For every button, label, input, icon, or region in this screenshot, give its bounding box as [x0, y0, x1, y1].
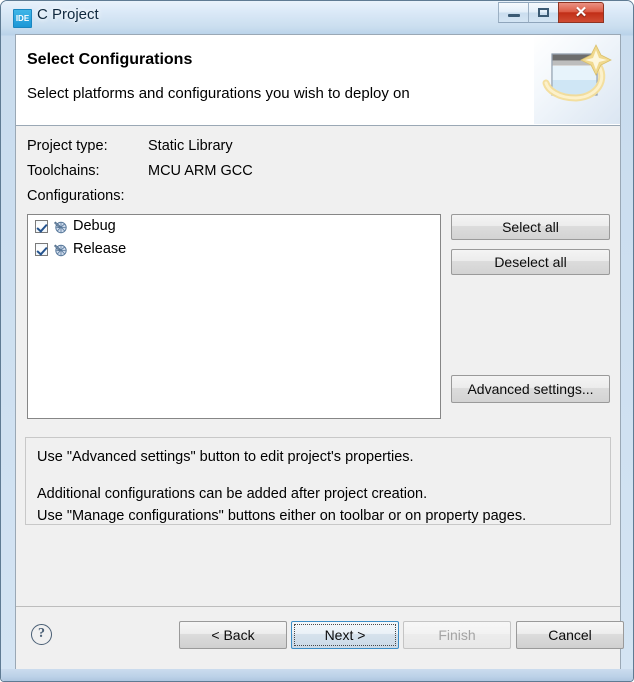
help-icon[interactable]: ? [31, 624, 52, 645]
page-subtitle: Select platforms and configurations you … [27, 85, 410, 102]
next-button[interactable]: Next > [291, 621, 399, 649]
advanced-settings-button[interactable]: Advanced settings... [451, 375, 610, 403]
checkbox-release[interactable] [35, 243, 48, 256]
select-all-button[interactable]: Select all [451, 214, 610, 240]
project-type-label: Project type: [27, 138, 108, 154]
close-button[interactable]: ✕ [558, 2, 604, 23]
dialog-window: IDE C Project ✕ Select Configurations Se… [0, 0, 634, 682]
configuration-label-release: Release [73, 241, 127, 258]
ide-icon: IDE [13, 9, 32, 28]
info-line-1: Use "Advanced settings" button to edit p… [37, 449, 414, 465]
wizard-header: Select Configurations Select platforms a… [16, 35, 620, 126]
cancel-button[interactable]: Cancel [516, 621, 624, 649]
deselect-all-button[interactable]: Deselect all [451, 249, 610, 275]
window-title: C Project [37, 6, 99, 23]
configuration-label-debug: Debug [73, 218, 116, 235]
toolchains-value: MCU ARM GCC [148, 163, 253, 179]
title-bar[interactable]: IDE C Project ✕ [1, 1, 633, 35]
info-panel: Use "Advanced settings" button to edit p… [25, 437, 611, 525]
maximize-button[interactable] [528, 2, 558, 23]
dialog-footer: ? < Back Next > Finish Cancel [16, 606, 624, 672]
configuration-icon [54, 243, 68, 257]
configurations-list[interactable]: Debug Release [27, 214, 441, 419]
info-line-3: Use "Manage configurations" buttons eith… [37, 508, 527, 524]
next-button-label: Next > [324, 627, 366, 643]
checkbox-debug[interactable] [35, 220, 48, 233]
minimize-icon [499, 3, 528, 22]
info-line-2: Additional configurations can be added a… [37, 486, 428, 502]
list-item[interactable]: Debug [28, 215, 440, 238]
wizard-body: Project type: Static Library Toolchains:… [16, 126, 620, 606]
configurations-label: Configurations: [27, 188, 125, 204]
close-icon: ✕ [574, 4, 588, 21]
back-button[interactable]: < Back [179, 621, 287, 649]
wizard-window-sparkle-icon [534, 35, 620, 124]
project-type-value: Static Library [148, 138, 233, 154]
window-bottom-edge [1, 669, 633, 681]
minimize-button[interactable] [498, 2, 528, 23]
toolchains-label: Toolchains: [27, 163, 100, 179]
finish-button: Finish [403, 621, 511, 649]
dialog-client-area: Select Configurations Select platforms a… [15, 34, 624, 672]
list-item[interactable]: Release [28, 238, 440, 261]
page-title: Select Configurations [27, 51, 193, 68]
maximize-icon [529, 3, 558, 22]
configuration-icon [54, 220, 68, 234]
